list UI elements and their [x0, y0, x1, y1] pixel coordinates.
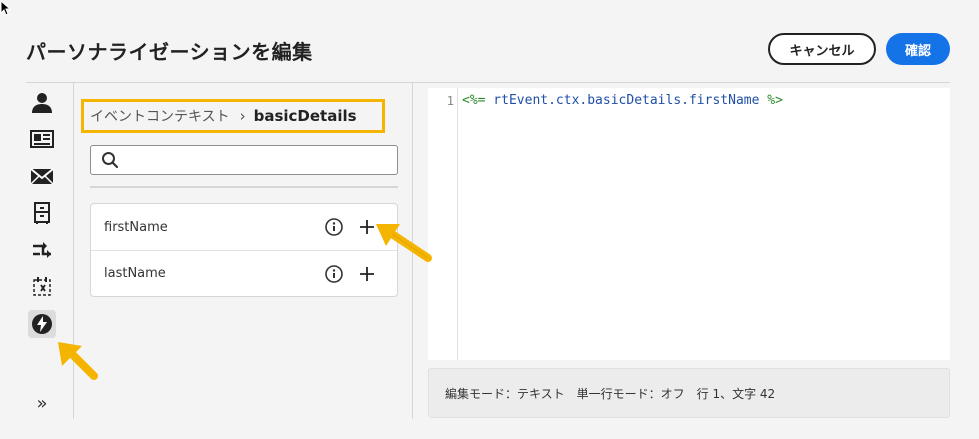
user-icon[interactable]	[28, 89, 56, 117]
page-title: パーソナライゼーションを編集	[26, 40, 313, 64]
field-label: lastName	[104, 266, 166, 281]
cabinet-icon[interactable]	[28, 199, 56, 227]
info-icon[interactable]	[325, 218, 343, 236]
shuffle-icon[interactable]	[28, 236, 56, 264]
search-input[interactable]	[127, 152, 397, 168]
lightning-icon[interactable]	[28, 310, 56, 338]
add-icon[interactable]	[359, 266, 375, 282]
breadcrumb: イベントコンテキスト › basicDetails	[81, 99, 385, 133]
annotation-arrow-icon	[376, 224, 432, 262]
field-list: firstName lastName	[90, 203, 398, 297]
search-divider	[90, 186, 398, 188]
profile-card-icon[interactable]	[28, 125, 56, 153]
code-close-tag: %>	[767, 93, 783, 108]
confirm-button[interactable]: 確認	[886, 33, 950, 65]
breadcrumb-separator: ›	[239, 107, 246, 125]
cancel-button[interactable]: キャンセル	[768, 33, 876, 65]
code-editor[interactable]: 1 <%= rtEvent.ctx.basicDetails.firstName…	[428, 88, 950, 360]
info-icon[interactable]	[325, 265, 343, 283]
calendar-function-icon[interactable]	[28, 273, 56, 301]
search-icon	[102, 152, 119, 169]
line-number: 1	[446, 94, 454, 108]
breadcrumb-current: basicDetails	[253, 107, 357, 125]
field-label: firstName	[104, 219, 168, 235]
breadcrumb-parent[interactable]: イベントコンテキスト	[90, 106, 230, 126]
field-row-firstname[interactable]: firstName	[91, 204, 397, 250]
code-expression: rtEvent.ctx.basicDetails.firstName	[485, 93, 768, 108]
status-bar: 編集モード：テキスト 単一行モード：オフ 行 1、文字 42	[428, 368, 950, 418]
search-box[interactable]	[90, 145, 398, 175]
code-line[interactable]: <%= rtEvent.ctx.basicDetails.firstName %…	[462, 93, 783, 108]
status-text: 編集モード：テキスト 単一行モード：オフ 行 1、文字 42	[445, 386, 776, 401]
field-row-lastname[interactable]: lastName	[91, 250, 397, 296]
mail-icon[interactable]	[28, 162, 56, 190]
code-open-tag: <%=	[462, 93, 486, 108]
mouse-cursor-icon	[0, 0, 12, 16]
annotation-arrow-icon	[58, 342, 98, 380]
expand-rail-button[interactable]: »	[28, 389, 56, 417]
